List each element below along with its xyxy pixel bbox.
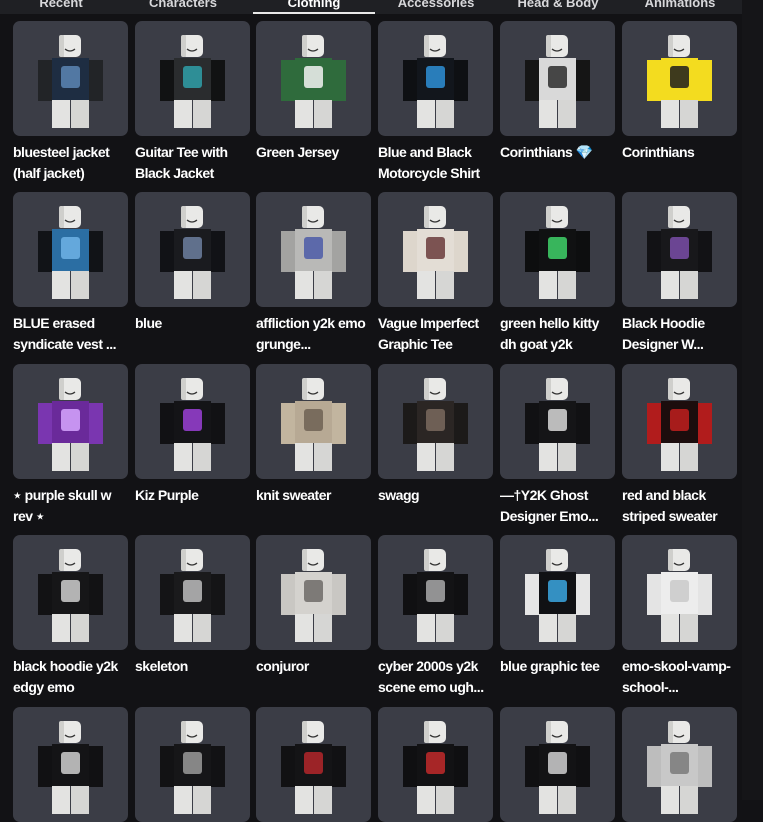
- avatar-preview-icon: [281, 721, 346, 814]
- item-thumbnail[interactable]: [135, 192, 250, 307]
- item-name: Black Hoodie Designer W...: [622, 315, 705, 352]
- item-thumbnail[interactable]: [500, 707, 615, 822]
- avatar-preview-icon: [525, 206, 590, 299]
- item-name: black hoodie y2k edgy emo: [13, 658, 118, 695]
- item-thumbnail[interactable]: [13, 535, 128, 650]
- avatar-preview-icon: [281, 549, 346, 642]
- tab-recent[interactable]: Recent: [0, 0, 122, 14]
- item-thumbnail[interactable]: [500, 364, 615, 479]
- avatar-preview-icon: [525, 721, 590, 814]
- item-name: emo-skool-vamp-school-...: [622, 658, 731, 695]
- item-name: blue graphic tee: [500, 658, 600, 674]
- item-name: cyber 2000s y2k scene emo ugh...: [378, 658, 484, 695]
- avatar-preview-icon: [38, 206, 103, 299]
- avatar-preview-icon: [160, 549, 225, 642]
- avatar-preview-icon: [38, 35, 103, 128]
- item-thumbnail[interactable]: [13, 21, 128, 136]
- avatar-preview-icon: [160, 206, 225, 299]
- item-thumbnail[interactable]: [500, 21, 615, 136]
- avatar-preview-icon: [647, 206, 712, 299]
- item-name: Corinthians 💎: [500, 144, 593, 160]
- category-tab-bar: Recent Characters Clothing Accessories H…: [0, 0, 742, 14]
- tab-head-and-body[interactable]: Head & Body: [497, 0, 619, 14]
- item-thumbnail[interactable]: [622, 364, 737, 479]
- item-thumbnail[interactable]: [256, 21, 371, 136]
- avatar-preview-icon: [525, 378, 590, 471]
- avatar-preview-icon: [403, 206, 468, 299]
- item-name: Green Jersey: [256, 144, 339, 160]
- item-thumbnail[interactable]: [135, 21, 250, 136]
- item-thumbnail[interactable]: [256, 192, 371, 307]
- item-thumbnail[interactable]: [378, 707, 493, 822]
- item-thumbnail[interactable]: [378, 535, 493, 650]
- scrollbar-track[interactable]: [742, 0, 763, 800]
- item-name: Guitar Tee with Black Jacket: [135, 144, 228, 181]
- item-thumbnail[interactable]: [378, 192, 493, 307]
- tab-animations[interactable]: Animations: [619, 0, 741, 14]
- item-name: Corinthians: [622, 144, 695, 160]
- item-thumbnail[interactable]: [378, 21, 493, 136]
- item-name: knit sweater: [256, 487, 331, 503]
- avatar-preview-icon: [647, 721, 712, 814]
- avatar-preview-icon: [647, 378, 712, 471]
- item-name: Blue and Black Motorcycle Shirt: [378, 144, 480, 181]
- item-thumbnail[interactable]: [378, 364, 493, 479]
- avatar-preview-icon: [525, 35, 590, 128]
- avatar-preview-icon: [160, 378, 225, 471]
- item-name: red and black striped sweater: [622, 487, 718, 524]
- avatar-preview-icon: [281, 206, 346, 299]
- active-tab-indicator: [253, 12, 375, 14]
- item-name: ⋆ purple skull w rev ⋆: [13, 487, 112, 524]
- item-thumbnail[interactable]: [13, 364, 128, 479]
- item-name: Vague Imperfect Graphic Tee: [378, 315, 479, 352]
- avatar-preview-icon: [160, 35, 225, 128]
- avatar-preview-icon: [403, 549, 468, 642]
- item-name: conjuror: [256, 658, 309, 674]
- item-thumbnail[interactable]: [13, 192, 128, 307]
- item-name: affliction y2k emo grunge...: [256, 315, 366, 352]
- avatar-preview-icon: [647, 35, 712, 128]
- item-name: Kiz Purple: [135, 487, 199, 503]
- avatar-preview-icon: [647, 549, 712, 642]
- item-thumbnail[interactable]: [135, 364, 250, 479]
- avatar-preview-icon: [525, 549, 590, 642]
- tab-accessories[interactable]: Accessories: [375, 0, 497, 14]
- item-thumbnail[interactable]: [256, 707, 371, 822]
- item-thumbnail[interactable]: [13, 707, 128, 822]
- avatar-preview-icon: [38, 549, 103, 642]
- avatar-preview-icon: [281, 378, 346, 471]
- avatar-preview-icon: [38, 378, 103, 471]
- item-thumbnail[interactable]: [256, 535, 371, 650]
- avatar-preview-icon: [403, 721, 468, 814]
- item-thumbnail[interactable]: [500, 535, 615, 650]
- item-thumbnail[interactable]: [500, 192, 615, 307]
- item-name: BLUE erased syndicate vest ...: [13, 315, 117, 352]
- avatar-preview-icon: [160, 721, 225, 814]
- item-name: skeleton: [135, 658, 188, 674]
- item-name: swagg: [378, 487, 420, 503]
- item-name: —†Y2K Ghost Designer Emo...: [500, 487, 599, 524]
- item-name: green hello kitty dh goat y2k: [500, 315, 599, 352]
- item-thumbnail[interactable]: [622, 192, 737, 307]
- tab-characters[interactable]: Characters: [122, 0, 244, 14]
- item-thumbnail[interactable]: [135, 535, 250, 650]
- avatar-preview-icon: [38, 721, 103, 814]
- item-thumbnail[interactable]: [622, 535, 737, 650]
- item-thumbnail[interactable]: [622, 21, 737, 136]
- avatar-preview-icon: [403, 378, 468, 471]
- item-thumbnail[interactable]: [256, 364, 371, 479]
- item-name: bluesteel jacket (half jacket): [13, 144, 110, 181]
- item-name: blue: [135, 315, 162, 331]
- avatar-preview-icon: [403, 35, 468, 128]
- item-thumbnail[interactable]: [135, 707, 250, 822]
- item-thumbnail[interactable]: [622, 707, 737, 822]
- avatar-preview-icon: [281, 35, 346, 128]
